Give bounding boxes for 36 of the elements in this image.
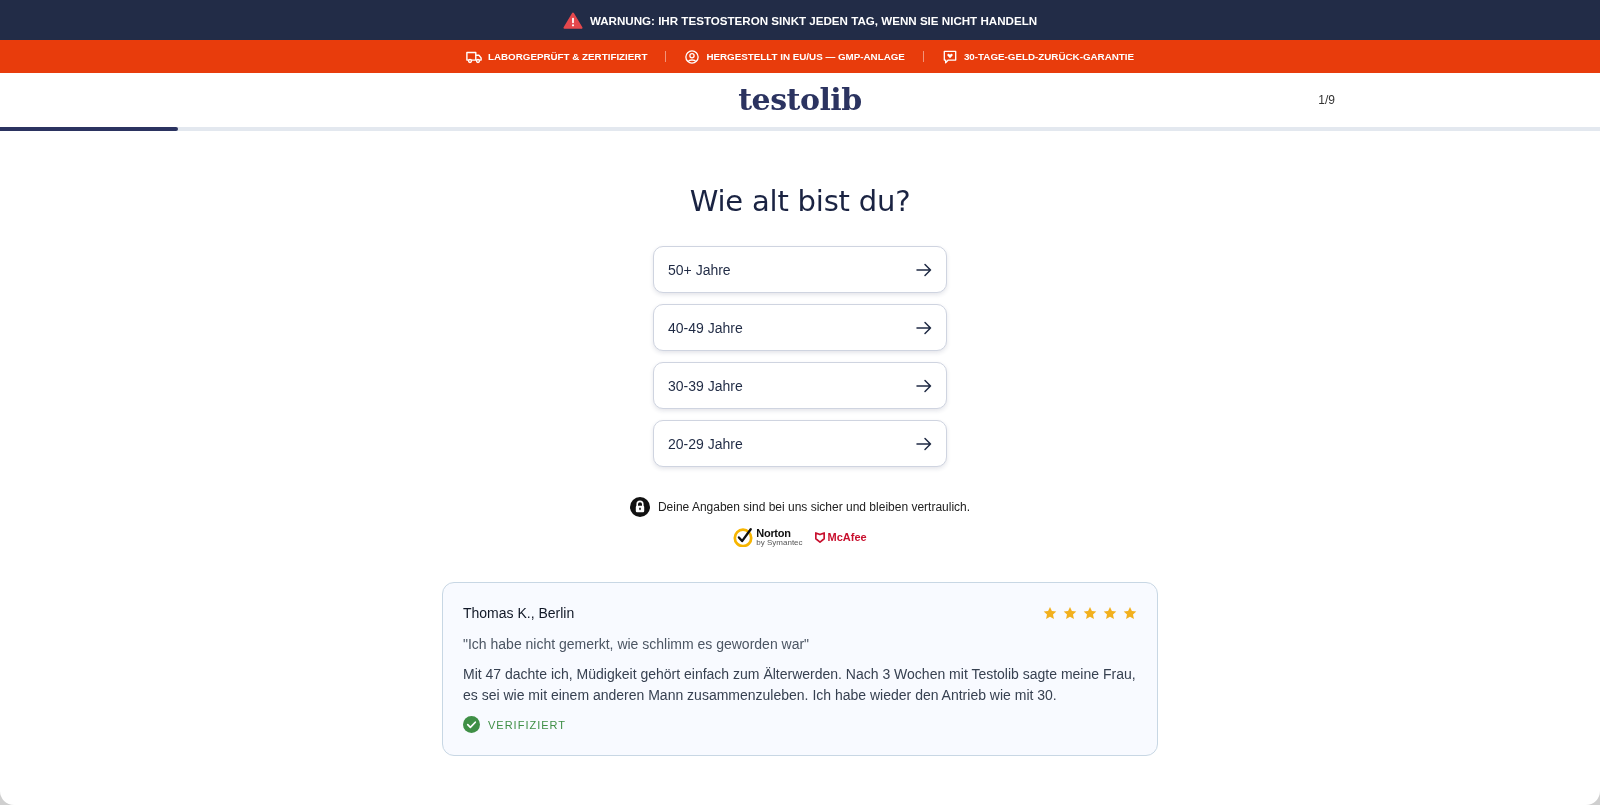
step-counter: 1/9 bbox=[1318, 93, 1335, 107]
user-circle-icon bbox=[684, 49, 701, 64]
brand-name: McAfee bbox=[827, 531, 867, 543]
privacy-text: Deine Angaben sind bei uns sicher und bleiben vertraulich. bbox=[657, 499, 971, 516]
trust-label: HERGESTELLT IN EU/US — GMP-ANLAGE bbox=[706, 51, 905, 62]
brand-subtitle: by Symantec bbox=[756, 538, 803, 547]
lock-icon bbox=[629, 497, 650, 517]
star-icon bbox=[1063, 606, 1077, 620]
review-headline: "Ich habe nicht gemerkt, wie schlimm es geworden war" bbox=[463, 635, 811, 654]
brand-name: Norton bbox=[756, 527, 792, 539]
review-text: Mit 47 dachte ich, Müdigkeit gehört einfach zum Älterwerden. Nach 3 Wochen mit Testolib sagte meine Frau, es sei wie mit einem anderen Mann zusammenzuleben. Ich habe wieder den Antrieb wie mit 30. bbox=[463, 665, 1137, 705]
question-title: Wie alt bist du? bbox=[689, 183, 911, 220]
heart-message-icon bbox=[941, 49, 958, 64]
star-icon bbox=[1083, 606, 1097, 620]
star-icon bbox=[1123, 606, 1137, 620]
answer-option[interactable]: 30-39 Jahre bbox=[653, 362, 947, 409]
check-circle-icon bbox=[463, 716, 480, 733]
warning-icon bbox=[562, 11, 583, 29]
arrow-right-icon bbox=[916, 320, 932, 335]
warning-text: WARNUNG: IHR TESTOSTERON SINKT JEDEN TAG, WENN SIE NICHT HANDELN bbox=[589, 13, 1038, 27]
brand-logo[interactable]: testolib bbox=[738, 85, 862, 115]
answer-option[interactable]: 50+ Jahre bbox=[653, 246, 947, 293]
verified-label: VERIFIZIERT bbox=[488, 718, 567, 731]
answer-option[interactable]: 20-29 Jahre bbox=[653, 420, 947, 467]
answer-option[interactable]: 40-49 Jahre bbox=[653, 304, 947, 351]
arrow-right-icon bbox=[916, 436, 932, 451]
shield-icon bbox=[814, 531, 825, 543]
trust-label: 30-TAGE-GELD-ZURÜCK-GARANTIE bbox=[963, 51, 1135, 62]
truck-icon bbox=[465, 49, 482, 64]
reviewer-name: Thomas K., Berlin bbox=[463, 604, 575, 623]
star-icon bbox=[1103, 606, 1117, 620]
star-icon bbox=[1043, 606, 1057, 620]
trust-label: LABORGEPRÜFT & ZERTIFIZIERT bbox=[487, 51, 648, 62]
arrow-right-icon bbox=[916, 378, 932, 393]
arrow-right-icon bbox=[916, 262, 932, 277]
checkmark-seal-icon bbox=[733, 527, 754, 547]
